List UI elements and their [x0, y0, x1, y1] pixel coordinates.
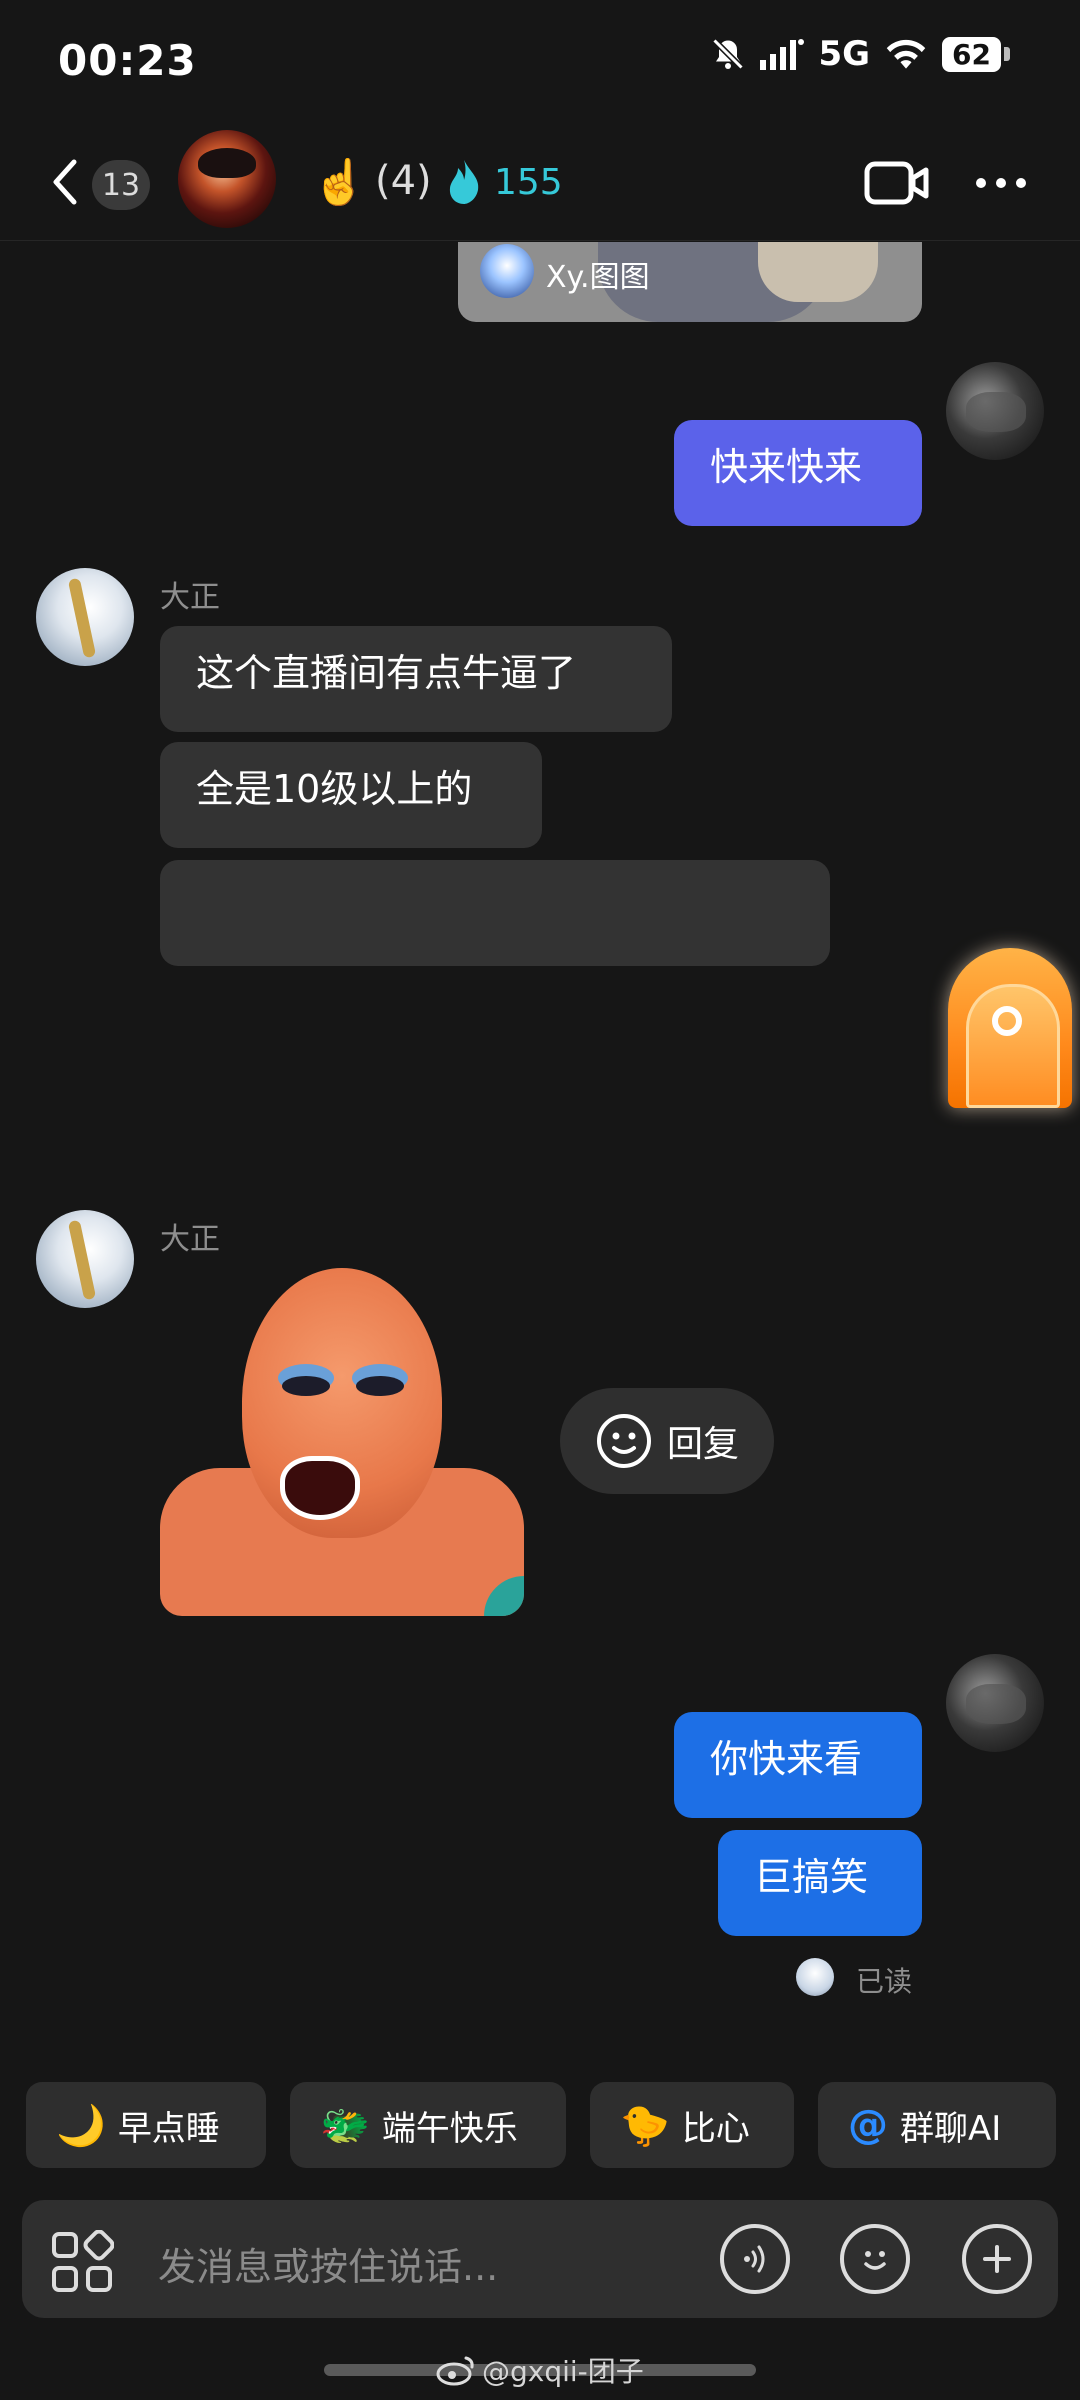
- apps-grid-icon[interactable]: [50, 2230, 114, 2294]
- chip-group-ai[interactable]: @ 群聊AI: [818, 2082, 1056, 2168]
- status-icons: 5G 62: [710, 34, 1010, 74]
- battery-icon: 62: [942, 36, 1010, 72]
- sender-name: 大正: [160, 1222, 220, 1257]
- chat-header: 13 ☝️ (4) 155: [0, 130, 1080, 240]
- watermark-text: @gxqii-团子: [482, 2355, 644, 2388]
- header-divider: [0, 240, 1080, 241]
- sender-name: 大正: [160, 580, 220, 615]
- incoming-message[interactable]: 这个直播间有点牛逼了: [160, 626, 672, 732]
- message-input-bar: 发消息或按住说话...: [22, 2200, 1058, 2318]
- chip-dragon-boat[interactable]: 🐲 端午快乐: [290, 2082, 566, 2168]
- self-avatar[interactable]: [946, 1654, 1044, 1752]
- quick-reply-chips: 🌙 早点睡 🐲 端午快乐 🐤 比心 @ 群聊AI: [26, 2082, 1056, 2168]
- chick-icon: 🐤: [620, 2102, 670, 2149]
- watermark: @gxqii-团子: [436, 2350, 644, 2390]
- emoji-button[interactable]: [840, 2224, 910, 2294]
- network-label: 5G: [818, 34, 871, 74]
- chip-label: 群聊AI: [900, 2108, 1002, 2149]
- outgoing-message[interactable]: 快来快来: [674, 420, 922, 526]
- chip-label: 端午快乐: [381, 2108, 518, 2149]
- shared-user-avatar: [480, 244, 534, 298]
- flame-icon: [449, 160, 479, 204]
- read-receipt-avatar: [796, 1958, 834, 1996]
- reply-button[interactable]: 回复: [560, 1388, 774, 1494]
- message-input[interactable]: 发消息或按住说话...: [158, 2236, 498, 2291]
- voice-wave-icon: [744, 2245, 765, 2273]
- back-chevron-icon[interactable]: [48, 154, 82, 210]
- moon-icon: 🌙: [56, 2102, 106, 2149]
- chip-label: 比心: [681, 2108, 750, 2149]
- read-status: 已读: [856, 1965, 913, 1998]
- chip-sleep[interactable]: 🌙 早点睡: [26, 2082, 266, 2168]
- chip-heart[interactable]: 🐤 比心: [590, 2082, 794, 2168]
- door-sticker[interactable]: [948, 948, 1072, 1108]
- voice-button[interactable]: [720, 2224, 790, 2294]
- outgoing-message[interactable]: 巨搞笑: [718, 1830, 922, 1936]
- self-avatar[interactable]: [946, 362, 1044, 460]
- bell-muted-icon: [712, 38, 745, 70]
- sender-avatar[interactable]: [36, 1210, 134, 1308]
- status-time: 00:23: [58, 36, 197, 85]
- group-avatar[interactable]: [178, 130, 276, 228]
- more-options-icon[interactable]: [976, 178, 1026, 188]
- shared-user-name: Xy.图图: [546, 260, 650, 295]
- dragon-icon: 🐲: [320, 2102, 370, 2149]
- meme-image[interactable]: [160, 1268, 524, 1616]
- shared-content-card[interactable]: Xy.图图: [458, 242, 922, 322]
- wifi-icon: [886, 39, 926, 69]
- video-call-icon[interactable]: [864, 158, 930, 208]
- add-button[interactable]: [962, 2224, 1032, 2294]
- weibo-icon: [436, 2356, 474, 2386]
- smiley-icon: [596, 1414, 651, 1468]
- plus-icon: [983, 2245, 1011, 2273]
- signal-icon: [760, 39, 805, 70]
- sender-avatar[interactable]: [36, 568, 134, 666]
- member-count[interactable]: (4): [375, 158, 432, 204]
- flame-count: 155: [494, 162, 563, 203]
- at-icon: @: [848, 2102, 888, 2148]
- chip-label: 早点睡: [117, 2108, 220, 2149]
- emoji-icon: [864, 2251, 886, 2270]
- unread-count-badge[interactable]: 13: [92, 160, 150, 210]
- outgoing-message[interactable]: 你快来看: [674, 1712, 922, 1818]
- incoming-message[interactable]: 全是10级以上的: [160, 742, 542, 848]
- incoming-message-redacted[interactable]: [160, 860, 830, 966]
- battery-level: 62: [942, 36, 1001, 72]
- hand-emoji-icon: ☝️: [312, 157, 367, 208]
- reply-label: 回复: [666, 1424, 739, 1465]
